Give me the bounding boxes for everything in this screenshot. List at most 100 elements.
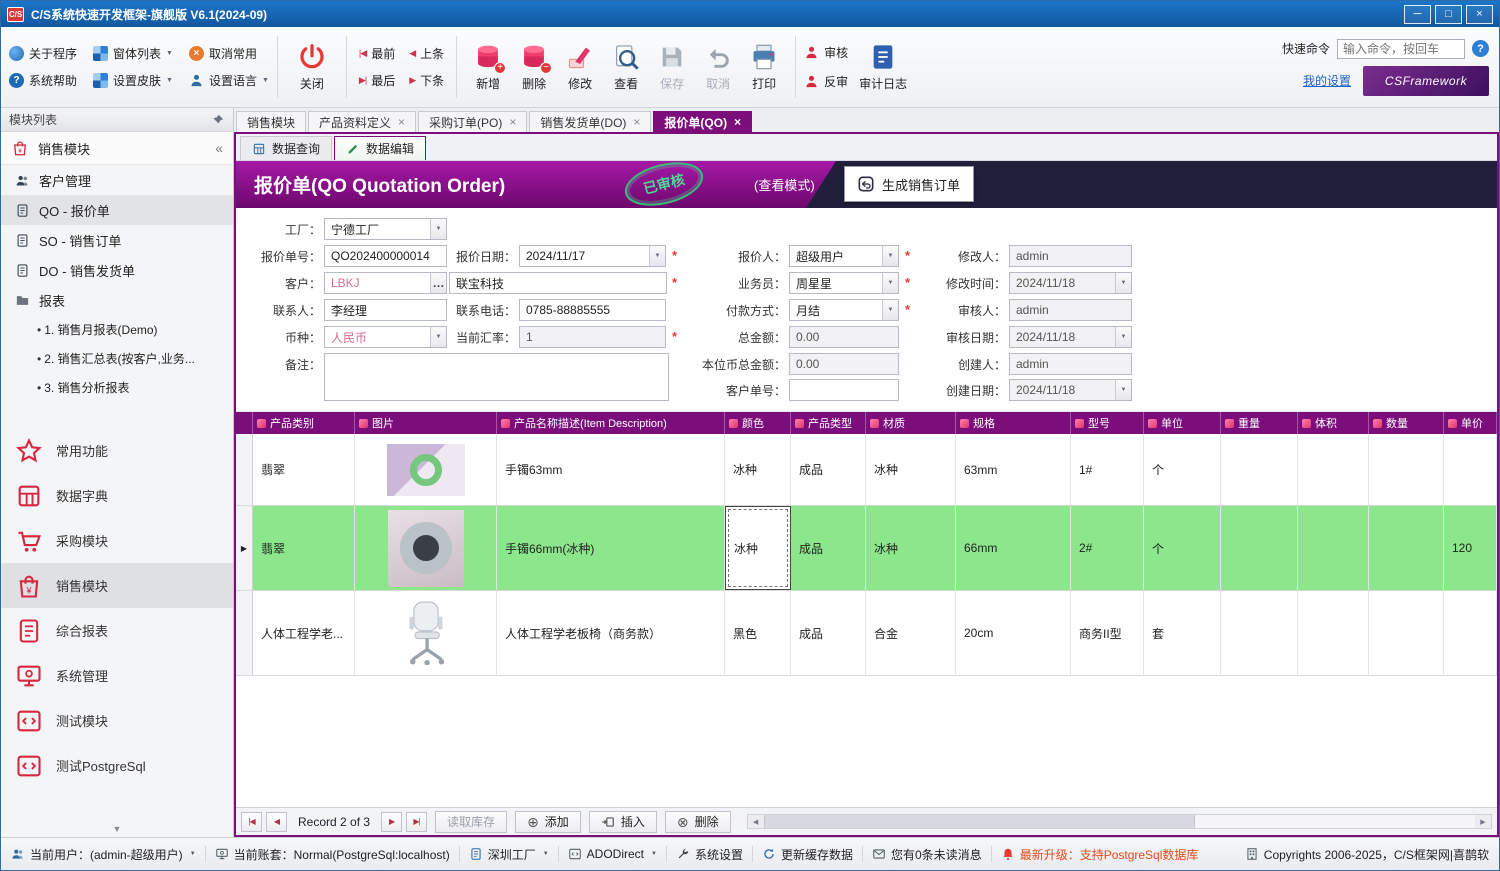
upgrade-notice[interactable]: 最新升级：支持PostgreSql数据库 xyxy=(1001,846,1199,863)
grid-cell[interactable]: 商务II型 xyxy=(1071,591,1144,675)
module-test-postgresql[interactable]: 测试PostgreSql xyxy=(1,743,233,788)
payment-field[interactable]: 月结 xyxy=(789,299,899,321)
column-header-image[interactable]: 图片 xyxy=(355,412,497,434)
sidebar-item-sales-module[interactable]: 销售模块 « xyxy=(1,132,233,165)
delete-button[interactable]: −删除 xyxy=(511,41,557,94)
minimize-button[interactable]: ─ xyxy=(1404,5,1431,24)
grid-cell[interactable]: 个 xyxy=(1144,434,1221,505)
grid-cell[interactable]: 冰种 xyxy=(725,434,791,505)
cancel-button[interactable]: 取消 xyxy=(695,41,741,94)
unread-messages[interactable]: 您有0条未读消息 xyxy=(872,846,982,863)
system-settings-button[interactable]: 系统设置 xyxy=(676,846,743,863)
chevron-down-icon[interactable] xyxy=(430,219,446,239)
lookup-ellipsis-icon[interactable] xyxy=(430,273,446,293)
currency-field[interactable]: 人民币 xyxy=(324,326,447,348)
insert-row-button[interactable]: 插入 xyxy=(589,811,657,833)
maximize-button[interactable]: □ xyxy=(1435,5,1462,24)
grid-cell[interactable]: 黑色 xyxy=(725,591,791,675)
add-row-button[interactable]: ⊕添加 xyxy=(515,811,581,833)
grid-cell[interactable]: 个 xyxy=(1144,506,1221,590)
scroll-right-icon[interactable]: ▶ xyxy=(1475,815,1491,828)
set-language-button[interactable]: 设置语言▼ xyxy=(189,72,269,89)
grid-cell[interactable]: 2# xyxy=(1071,506,1144,590)
grid-cell[interactable]: 合金 xyxy=(866,591,956,675)
close-button[interactable]: × xyxy=(1466,5,1493,24)
save-button[interactable]: 保存 xyxy=(649,41,695,94)
chevron-down-icon[interactable] xyxy=(1115,273,1131,293)
last-record-button[interactable]: ▶|最后 xyxy=(359,72,395,89)
grid-cell[interactable]: 成品 xyxy=(791,591,866,675)
table-row[interactable]: 翡翠 手镯63mm 冰种 成品 冰种 63mm 1# 个 xyxy=(236,434,1497,506)
horizontal-scrollbar[interactable]: ◀ ▶ xyxy=(747,814,1492,829)
prev-record-button[interactable]: ◀上条 xyxy=(409,45,444,62)
modify-button[interactable]: 修改 xyxy=(557,41,603,94)
chevron-down-icon[interactable] xyxy=(649,246,665,266)
grid-cell[interactable]: 66mm xyxy=(956,506,1071,590)
customer-name-field[interactable]: 联宝科技 xyxy=(449,272,667,294)
grid-cell[interactable]: 20cm xyxy=(956,591,1071,675)
grid-cell[interactable] xyxy=(1444,434,1497,505)
add-button[interactable]: +新增 xyxy=(465,41,511,94)
grid-cell[interactable]: 套 xyxy=(1144,591,1221,675)
customer-no-field[interactable] xyxy=(789,379,899,401)
grid-cell[interactable]: 成品 xyxy=(791,434,866,505)
module-test[interactable]: 测试模块 xyxy=(1,698,233,743)
help-icon[interactable]: ? xyxy=(1472,40,1489,57)
customer-code-field[interactable]: LBKJ xyxy=(324,272,447,294)
table-row[interactable]: 人体工程学老... 人体工程学老板椅（商务款） 黑色 xyxy=(236,591,1497,676)
grid-cell[interactable]: 冰种 xyxy=(866,506,956,590)
quoter-field[interactable]: 超级用户 xyxy=(789,245,899,267)
about-program-button[interactable]: 关于程序 xyxy=(9,45,77,62)
module-reports[interactable]: 综合报表 xyxy=(1,608,233,653)
grid-cell[interactable] xyxy=(1369,434,1444,505)
grid-cell[interactable] xyxy=(1369,506,1444,590)
grid-cell[interactable]: 63mm xyxy=(956,434,1071,505)
sidebar-report-summary[interactable]: 2. 销售汇总表(按客户,业务... xyxy=(1,344,233,373)
grid-cell[interactable]: 翡翠 xyxy=(253,506,355,590)
pin-icon[interactable] xyxy=(211,113,225,127)
system-help-button[interactable]: ?系统帮助 xyxy=(9,72,77,89)
collapse-icon[interactable]: « xyxy=(215,140,223,156)
column-header-volume[interactable]: 体积 xyxy=(1298,412,1369,434)
refresh-cache-button[interactable]: 更新缓存数据 xyxy=(762,846,853,863)
next-record-button[interactable]: ▶下条 xyxy=(409,72,444,89)
grid-cell[interactable]: 成品 xyxy=(791,506,866,590)
grid-cell[interactable]: 翡翠 xyxy=(253,434,355,505)
column-header-description[interactable]: 产品名称描述(Item Description) xyxy=(497,412,725,434)
cancel-favorite-button[interactable]: ×取消常用 xyxy=(189,45,257,62)
factory-select[interactable]: 宁德工厂 xyxy=(324,218,447,240)
set-skin-button[interactable]: 设置皮肤▼ xyxy=(93,72,173,89)
grid-cell[interactable]: 人体工程学老... xyxy=(253,591,355,675)
sidebar-item-quotation[interactable]: QO - 报价单 xyxy=(1,195,233,225)
column-header-qty[interactable]: 数量 xyxy=(1369,412,1444,434)
current-user-menu[interactable]: 当前用户：(admin-超级用户) xyxy=(11,846,196,863)
tab-product-definition[interactable]: 产品资料定义× xyxy=(308,111,416,132)
grid-cell[interactable] xyxy=(1221,506,1298,590)
last-record-button[interactable]: ▶| xyxy=(406,812,427,832)
column-header-price[interactable]: 单价 xyxy=(1444,412,1497,434)
grid-cell[interactable] xyxy=(1369,591,1444,675)
close-icon[interactable]: × xyxy=(509,115,516,129)
contact-field[interactable]: 李经理 xyxy=(324,299,447,321)
sidebar-scroll-down-button[interactable]: ▼ xyxy=(1,821,233,837)
module-purchase[interactable]: 采购模块 xyxy=(1,518,233,563)
module-sales[interactable]: 销售模块 xyxy=(1,563,233,608)
scrollbar-thumb[interactable] xyxy=(764,815,1195,828)
grid-cell[interactable]: 冰种 xyxy=(866,434,956,505)
quick-command-input[interactable] xyxy=(1337,39,1465,59)
tab-data-edit[interactable]: 数据编辑 xyxy=(334,136,426,160)
chevron-down-icon[interactable] xyxy=(1115,380,1131,400)
grid-cell[interactable]: 手镯66mm(冰种) xyxy=(497,506,725,590)
column-header-material[interactable]: 材质 xyxy=(866,412,956,434)
close-icon[interactable]: × xyxy=(633,115,640,129)
quote-no-field[interactable]: QO202400000014 xyxy=(324,245,447,267)
grid-cell-image[interactable] xyxy=(355,506,497,590)
next-record-button[interactable]: ▶ xyxy=(381,812,402,832)
grid-cell-focused[interactable]: 冰种 xyxy=(725,506,791,590)
sidebar-item-sales-order[interactable]: SO - 销售订单 xyxy=(1,225,233,255)
sidebar-report-analysis[interactable]: 3. 销售分析报表 xyxy=(1,373,233,402)
read-stock-button[interactable]: 读取库存 xyxy=(435,811,507,833)
print-button[interactable]: 打印 xyxy=(741,41,787,94)
grid-cell[interactable] xyxy=(1298,506,1369,590)
sidebar-item-delivery-order[interactable]: DO - 销售发货单 xyxy=(1,255,233,285)
